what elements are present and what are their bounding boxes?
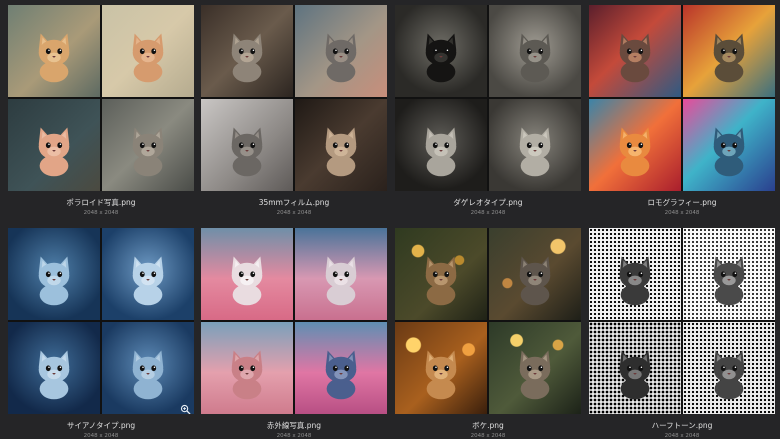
kitten-image — [132, 256, 164, 305]
kitten-image — [231, 33, 263, 82]
image-thumbnail[interactable] — [589, 5, 775, 191]
image-thumbnail[interactable] — [395, 228, 581, 414]
image-dimensions: 2048 x 2048 — [664, 433, 700, 439]
preview-top-right — [102, 5, 194, 97]
kitten-image — [231, 256, 263, 305]
preview-top-right — [489, 228, 581, 320]
preview-bottom-left — [8, 322, 100, 414]
image-dimensions: 2048 x 2048 — [664, 210, 700, 216]
preview-top-left — [589, 228, 681, 320]
file-card[interactable]: 赤外線写真.png 2048 x 2048 — [201, 228, 387, 439]
preview-bottom-left — [201, 322, 293, 414]
preview-top-right — [102, 228, 194, 320]
kitten-image — [38, 350, 70, 399]
file-card[interactable]: ハーフトーン.png 2048 x 2048 — [589, 228, 775, 439]
kitten-image — [325, 256, 357, 305]
file-card[interactable]: 35mmフィルム.png 2048 x 2048 — [201, 5, 387, 216]
file-name: ボケ.png — [472, 421, 504, 430]
kitten-image — [713, 33, 745, 82]
file-name: 赤外線写真.png — [266, 421, 322, 430]
preview-bottom-left — [589, 322, 681, 414]
preview-bottom-right — [683, 99, 775, 191]
kitten-image — [231, 350, 263, 399]
image-dimensions: 2048 x 2048 — [470, 433, 506, 439]
kitten-image — [132, 350, 164, 399]
kitten-image — [231, 127, 263, 176]
image-dimensions: 2048 x 2048 — [470, 210, 506, 216]
kitten-image — [38, 256, 70, 305]
preview-bottom-left — [395, 99, 487, 191]
image-thumbnail[interactable] — [589, 228, 775, 414]
kitten-image — [132, 127, 164, 176]
kitten-image — [132, 33, 164, 82]
kitten-image — [619, 127, 651, 176]
kitten-image — [325, 350, 357, 399]
preview-top-right — [489, 5, 581, 97]
file-name: サイアノタイプ.png — [66, 421, 136, 430]
image-dimensions: 2048 x 2048 — [83, 210, 119, 216]
kitten-image — [425, 127, 457, 176]
preview-top-left — [8, 5, 100, 97]
kitten-image — [425, 350, 457, 399]
kitten-image — [519, 350, 551, 399]
kitten-image — [713, 127, 745, 176]
file-card[interactable]: サイアノタイプ.png 2048 x 2048 — [8, 228, 194, 439]
preview-bottom-right — [295, 322, 387, 414]
image-thumbnail[interactable] — [201, 228, 387, 414]
preview-bottom-right — [683, 322, 775, 414]
preview-bottom-right — [489, 322, 581, 414]
preview-bottom-right — [489, 99, 581, 191]
kitten-image — [38, 33, 70, 82]
preview-top-left — [395, 5, 487, 97]
file-card[interactable]: ボケ.png 2048 x 2048 — [395, 228, 581, 439]
file-name: ダゲレオタイプ.png — [453, 198, 523, 207]
kitten-image — [325, 33, 357, 82]
image-dimensions: 2048 x 2048 — [276, 433, 312, 439]
image-thumbnail[interactable] — [8, 228, 194, 414]
preview-bottom-right — [102, 99, 194, 191]
kitten-image — [425, 256, 457, 305]
kitten-image — [713, 350, 745, 399]
image-dimensions: 2048 x 2048 — [83, 433, 119, 439]
kitten-image — [619, 350, 651, 399]
file-name: ロモグラフィー.png — [647, 198, 717, 207]
preview-top-right — [683, 5, 775, 97]
file-name: 35mmフィルム.png — [258, 198, 330, 207]
kitten-image — [425, 33, 457, 82]
image-thumbnail[interactable] — [395, 5, 581, 191]
file-name: ポラロイド写真.png — [66, 198, 136, 207]
file-card[interactable]: ポラロイド写真.png 2048 x 2048 — [8, 5, 194, 216]
magnifier-zoom-icon[interactable] — [180, 400, 191, 414]
file-name: ハーフトーン.png — [651, 421, 713, 430]
preview-bottom-left — [395, 322, 487, 414]
kitten-image — [325, 127, 357, 176]
preview-bottom-left — [589, 99, 681, 191]
preview-top-left — [395, 228, 487, 320]
preview-top-left — [589, 5, 681, 97]
kitten-image — [619, 33, 651, 82]
file-card[interactable]: ダゲレオタイプ.png 2048 x 2048 — [395, 5, 581, 216]
preview-top-right — [295, 228, 387, 320]
preview-bottom-left — [8, 99, 100, 191]
kitten-image — [38, 127, 70, 176]
preview-top-left — [201, 228, 293, 320]
image-thumbnail[interactable] — [8, 5, 194, 191]
kitten-image — [519, 33, 551, 82]
image-dimensions: 2048 x 2048 — [276, 210, 312, 216]
kitten-image — [713, 256, 745, 305]
preview-top-right — [295, 5, 387, 97]
preview-top-left — [8, 228, 100, 320]
file-card[interactable]: ロモグラフィー.png 2048 x 2048 — [589, 5, 775, 216]
kitten-image — [619, 256, 651, 305]
kitten-image — [519, 127, 551, 176]
kitten-image — [519, 256, 551, 305]
preview-top-left — [201, 5, 293, 97]
preview-bottom-right — [295, 99, 387, 191]
image-thumbnail[interactable] — [201, 5, 387, 191]
preview-top-right — [683, 228, 775, 320]
preview-bottom-left — [201, 99, 293, 191]
